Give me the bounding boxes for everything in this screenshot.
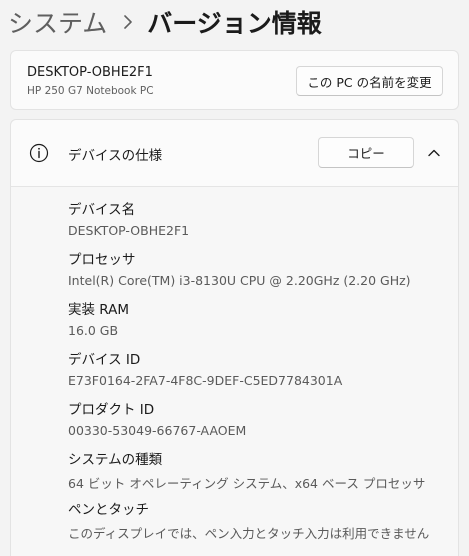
device-spec-list: デバイス名 DESKTOP-OBHE2F1 プロセッサ Intel(R) Cor… <box>68 195 448 545</box>
spec-value-pen-touch: このディスプレイでは、ペン入力とタッチ入力は利用できません <box>68 526 430 541</box>
about-page: システム バージョン情報 DESKTOP-OBHE2F1 HP 250 G7 N… <box>0 0 469 556</box>
breadcrumb-system-link[interactable]: システム <box>8 4 107 40</box>
spec-value-ram: 16.0 GB <box>68 323 119 338</box>
device-card: DESKTOP-OBHE2F1 HP 250 G7 Notebook PC この… <box>10 50 459 110</box>
spec-item: プロダクト ID 00330-53049-66767-AAOEM <box>68 395 448 445</box>
device-name: DESKTOP-OBHE2F1 <box>27 65 153 80</box>
spec-label-device-id: デバイス ID <box>68 352 141 368</box>
spec-item: ペンとタッチ このディスプレイでは、ペン入力とタッチ入力は利用できません <box>68 495 448 545</box>
spec-label-pen-touch: ペンとタッチ <box>68 502 149 518</box>
info-icon <box>29 143 49 163</box>
page-title: バージョン情報 <box>147 9 322 38</box>
spec-item: 実装 RAM 16.0 GB <box>68 295 448 345</box>
spec-value-device-name: DESKTOP-OBHE2F1 <box>68 223 190 238</box>
spec-item: デバイス ID E73F0164-2FA7-4F8C-9DEF-C5ED7784… <box>68 345 448 395</box>
device-model: HP 250 G7 Notebook PC <box>27 85 154 97</box>
spec-item: システムの種類 64 ビット オペレーティング システム、x64 ベース プロセ… <box>68 445 448 495</box>
device-spec-card: デバイスの仕様 コピー デバイス名 DESKTOP-OBHE2F1 プロセッサ … <box>10 119 459 556</box>
chevron-up-icon[interactable] <box>425 144 443 162</box>
spec-label-ram: 実装 RAM <box>68 302 130 318</box>
spec-label-device-name: デバイス名 <box>68 202 136 218</box>
rename-pc-button[interactable]: この PC の名前を変更 <box>296 66 443 96</box>
spec-value-system-type: 64 ビット オペレーティング システム、x64 ベース プロセッサ <box>68 476 426 491</box>
spec-label-processor: プロセッサ <box>68 252 136 268</box>
copy-button[interactable]: コピー <box>318 137 414 168</box>
device-spec-header[interactable]: デバイスの仕様 コピー <box>11 120 458 187</box>
breadcrumb: システム バージョン情報 <box>8 0 322 44</box>
spec-label-product-id: プロダクト ID <box>68 402 155 418</box>
spec-value-device-id: E73F0164-2FA7-4F8C-9DEF-C5ED7784301A <box>68 373 343 388</box>
spec-value-product-id: 00330-53049-66767-AAOEM <box>68 423 247 438</box>
spec-item: デバイス名 DESKTOP-OBHE2F1 <box>68 195 448 245</box>
spec-item: プロセッサ Intel(R) Core(TM) i3-8130U CPU @ 2… <box>68 245 448 295</box>
spec-value-processor: Intel(R) Core(TM) i3-8130U CPU @ 2.20GHz… <box>68 273 411 288</box>
spec-label-system-type: システムの種類 <box>68 452 163 468</box>
chevron-right-icon <box>123 14 133 30</box>
device-spec-title: デバイスの仕様 <box>68 148 163 164</box>
